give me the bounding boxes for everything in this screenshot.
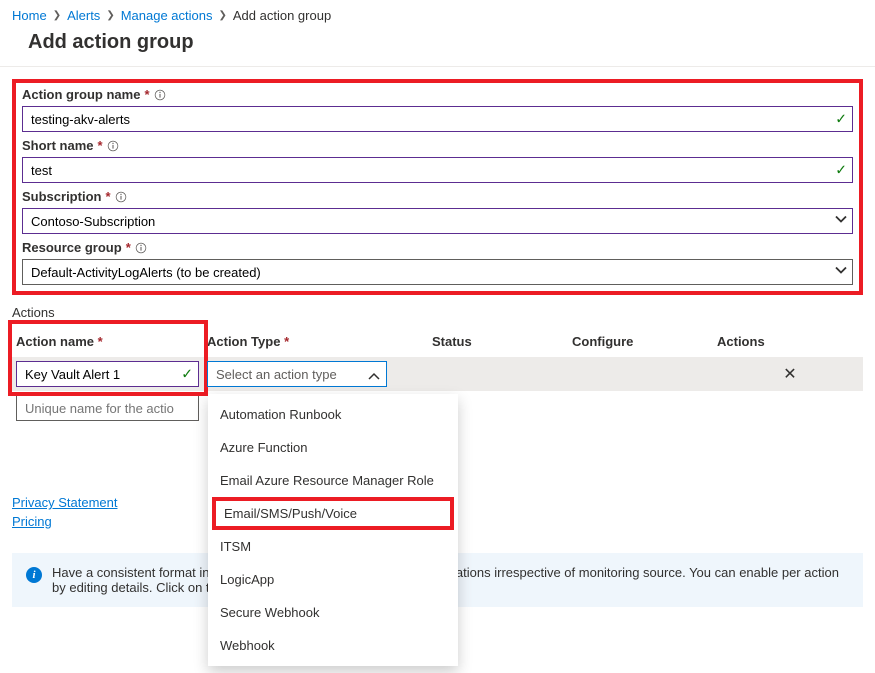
- subscription-select[interactable]: [22, 208, 853, 234]
- check-icon: ✓: [181, 366, 193, 383]
- breadcrumb-manage-actions[interactable]: Manage actions: [121, 8, 213, 23]
- chevron-right-icon: ❯: [106, 10, 114, 21]
- label-resource-group: Resource group: [22, 240, 122, 255]
- divider: [0, 66, 875, 67]
- label-short-name: Short name: [22, 138, 94, 153]
- breadcrumb-home[interactable]: Home: [12, 8, 47, 23]
- actions-title: Actions: [12, 305, 863, 320]
- action-type-combo[interactable]: Select an action type: [207, 361, 387, 387]
- required-indicator: *: [144, 87, 149, 102]
- required-indicator: *: [98, 334, 103, 349]
- info-icon[interactable]: [154, 89, 166, 101]
- short-name-input[interactable]: [22, 157, 853, 183]
- info-icon[interactable]: [135, 242, 147, 254]
- action-type-dropdown: Automation Runbook Azure Function Email …: [208, 394, 458, 666]
- required-indicator: *: [126, 240, 131, 255]
- breadcrumb-alerts[interactable]: Alerts: [67, 8, 100, 23]
- page-title: Add action group: [28, 31, 875, 54]
- resource-group-select[interactable]: [22, 259, 853, 285]
- dd-azure-function[interactable]: Azure Function: [208, 431, 458, 464]
- form-highlight: Action group name * ✓ Short name *: [12, 79, 863, 295]
- col-configure: Configure: [572, 334, 717, 349]
- actions-table: Action name * Action Type * Status Confi…: [12, 326, 863, 425]
- dd-email-arm-role[interactable]: Email Azure Resource Manager Role: [208, 464, 458, 497]
- check-icon: ✓: [835, 162, 847, 179]
- table-row: ✓ Select an action type ✕: [12, 357, 863, 391]
- col-action-type: Action Type: [207, 334, 280, 349]
- check-icon: ✓: [835, 111, 847, 128]
- dd-webhook[interactable]: Webhook: [208, 629, 458, 662]
- table-header: Action name * Action Type * Status Confi…: [12, 326, 863, 357]
- dd-automation-runbook[interactable]: Automation Runbook: [208, 398, 458, 431]
- col-status: Status: [432, 334, 572, 349]
- col-actions: Actions: [717, 334, 863, 349]
- dd-email-sms-push-voice[interactable]: Email/SMS/Push/Voice: [212, 497, 454, 530]
- label-action-group-name: Action group name: [22, 87, 140, 102]
- chevron-up-icon: [368, 367, 380, 382]
- chevron-right-icon: ❯: [53, 10, 61, 21]
- label-subscription: Subscription: [22, 189, 101, 204]
- info-icon: i: [26, 567, 42, 583]
- required-indicator: *: [284, 334, 289, 349]
- info-icon[interactable]: [115, 191, 127, 203]
- dd-itsm[interactable]: ITSM: [208, 530, 458, 563]
- breadcrumb-current: Add action group: [233, 8, 331, 23]
- col-action-name: Action name: [16, 334, 94, 349]
- dd-logicapp[interactable]: LogicApp: [208, 563, 458, 596]
- remove-row-button[interactable]: ✕: [717, 364, 863, 384]
- action-name-input-empty[interactable]: [16, 395, 199, 421]
- action-type-placeholder: Select an action type: [216, 367, 337, 382]
- action-name-input[interactable]: [16, 361, 199, 387]
- dd-secure-webhook[interactable]: Secure Webhook: [208, 596, 458, 629]
- action-group-name-input[interactable]: [22, 106, 853, 132]
- chevron-right-icon: ❯: [218, 10, 226, 21]
- breadcrumb: Home ❯ Alerts ❯ Manage actions ❯ Add act…: [0, 0, 875, 27]
- info-icon[interactable]: [107, 140, 119, 152]
- required-indicator: *: [98, 138, 103, 153]
- required-indicator: *: [105, 189, 110, 204]
